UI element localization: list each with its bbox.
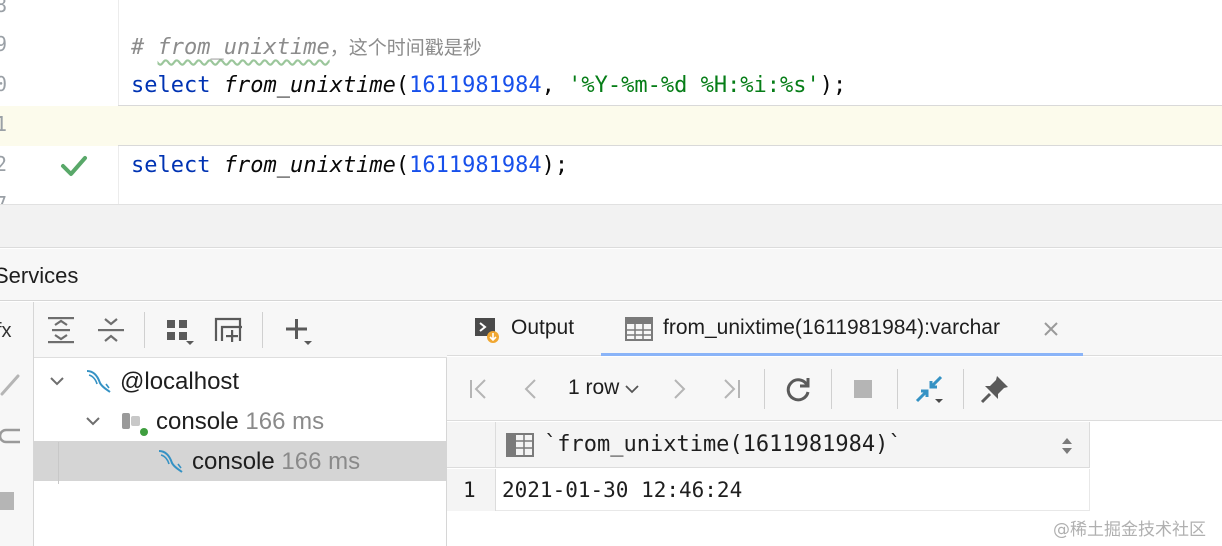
code-editor[interactable]: 8 9 # from_unixtime，这个时间戳是秒 0 select fro…: [0, 0, 1222, 216]
execution-time: 166 ms: [274, 448, 361, 475]
line-number: 1: [0, 112, 8, 136]
close-icon[interactable]: [1043, 321, 1059, 337]
toolbar-separator: [764, 369, 765, 409]
add-icon[interactable]: [280, 313, 314, 347]
line-number: 2: [0, 152, 8, 176]
sort-icon[interactable]: [1060, 436, 1074, 456]
tab-result-table[interactable]: from_unixtime(1611981984):varchar: [601, 302, 1083, 356]
output-icon: [475, 318, 499, 343]
link-icon[interactable]: [0, 422, 22, 450]
line-number: 9: [0, 32, 8, 56]
new-session-icon[interactable]: [212, 313, 246, 347]
panel-splitter[interactable]: [0, 204, 1222, 248]
mysql-icon: [158, 450, 183, 473]
row-number: 1: [447, 469, 496, 511]
toolbar-separator: [897, 369, 898, 409]
stop-icon[interactable]: [847, 373, 879, 405]
console-session-icon: [122, 413, 148, 436]
services-tree-panel: @localhost console 166 ms console 166 ms: [34, 302, 447, 546]
code-comment: # from_unixtime，这个时间戳是秒: [131, 35, 482, 60]
toolbar-separator: [262, 312, 263, 348]
toolbar-separator: [831, 369, 832, 409]
tree-item-localhost[interactable]: @localhost: [34, 361, 447, 401]
editor-line[interactable]: 9 # from_unixtime，这个时间戳是秒: [0, 26, 1222, 66]
compare-icon[interactable]: [913, 373, 945, 405]
chevron-down-icon[interactable]: [48, 372, 66, 390]
group-by-icon[interactable]: [162, 313, 196, 347]
services-title: Services: [0, 263, 79, 288]
results-panel: Output from_unixtime(1611981984):varchar: [447, 302, 1222, 546]
toolbar-separator: [963, 369, 964, 409]
tab-label: Output: [511, 316, 575, 339]
check-icon: [61, 156, 87, 176]
active-tab-indicator: [601, 353, 1083, 356]
tree-item-label: @localhost: [120, 368, 240, 395]
toolbar-separator: [144, 312, 145, 348]
expand-all-icon[interactable]: [44, 313, 78, 347]
column-name: `from_unixtime(1611981984)`: [544, 432, 902, 457]
column-icon: [506, 433, 534, 457]
tree-indent-guide: [58, 442, 59, 484]
tree-item-console-session[interactable]: console 166 ms: [34, 401, 447, 441]
edit-icon[interactable]: [0, 370, 22, 398]
editor-line[interactable]: 0 select from_unixtime(1611981984, '%Y-%…: [0, 66, 1222, 106]
tab-output[interactable]: Output: [463, 302, 603, 356]
stop-icon[interactable]: [0, 488, 22, 516]
editor-line[interactable]: 8: [0, 0, 1222, 27]
refresh-icon[interactable]: [782, 373, 814, 405]
row-count-selector[interactable]: 1 row: [568, 376, 639, 400]
editor-line[interactable]: 2 select from_unixtime(1611981984);: [0, 146, 1222, 186]
code-statement: select from_unixtime(1611981984, '%Y-%m-…: [131, 73, 847, 98]
code-statement: select from_unixtime(1611981984);: [131, 153, 569, 178]
tree-toolbar: [34, 302, 447, 358]
tree-item-console[interactable]: console 166 ms: [34, 441, 447, 481]
result-cell[interactable]: 2021-01-30 12:46:24: [496, 469, 1090, 511]
tab-label: from_unixtime(1611981984):varchar: [663, 316, 1000, 339]
first-page-icon[interactable]: [463, 373, 495, 405]
function-icon[interactable]: fx: [0, 320, 12, 343]
previous-page-icon[interactable]: [515, 373, 547, 405]
watermark: @稀土掘金技术社区: [1053, 520, 1206, 540]
table-icon: [625, 317, 653, 341]
line-number: 8: [0, 0, 8, 17]
editor-line-current[interactable]: 1: [0, 106, 1222, 146]
results-tabs: Output from_unixtime(1611981984):varchar: [447, 302, 1222, 356]
pin-icon[interactable]: [979, 373, 1011, 405]
left-tool-strip: fx: [0, 302, 34, 546]
tree-item-label: console 166 ms: [192, 448, 361, 475]
line-number: 0: [0, 72, 8, 96]
services-tool-window-header: Services: [0, 249, 1222, 301]
next-page-icon[interactable]: [663, 373, 695, 405]
row-number-header: [447, 422, 496, 468]
last-page-icon[interactable]: [715, 373, 747, 405]
tree-item-label: console 166 ms: [156, 408, 325, 435]
results-toolbar: 1 row: [447, 357, 1222, 421]
mysql-icon: [86, 370, 111, 393]
collapse-all-icon[interactable]: [94, 313, 128, 347]
execution-time: 166 ms: [238, 408, 325, 435]
chevron-down-icon[interactable]: [84, 412, 102, 430]
chevron-down-icon: [625, 385, 639, 394]
column-header[interactable]: `from_unixtime(1611981984)`: [496, 422, 1090, 468]
